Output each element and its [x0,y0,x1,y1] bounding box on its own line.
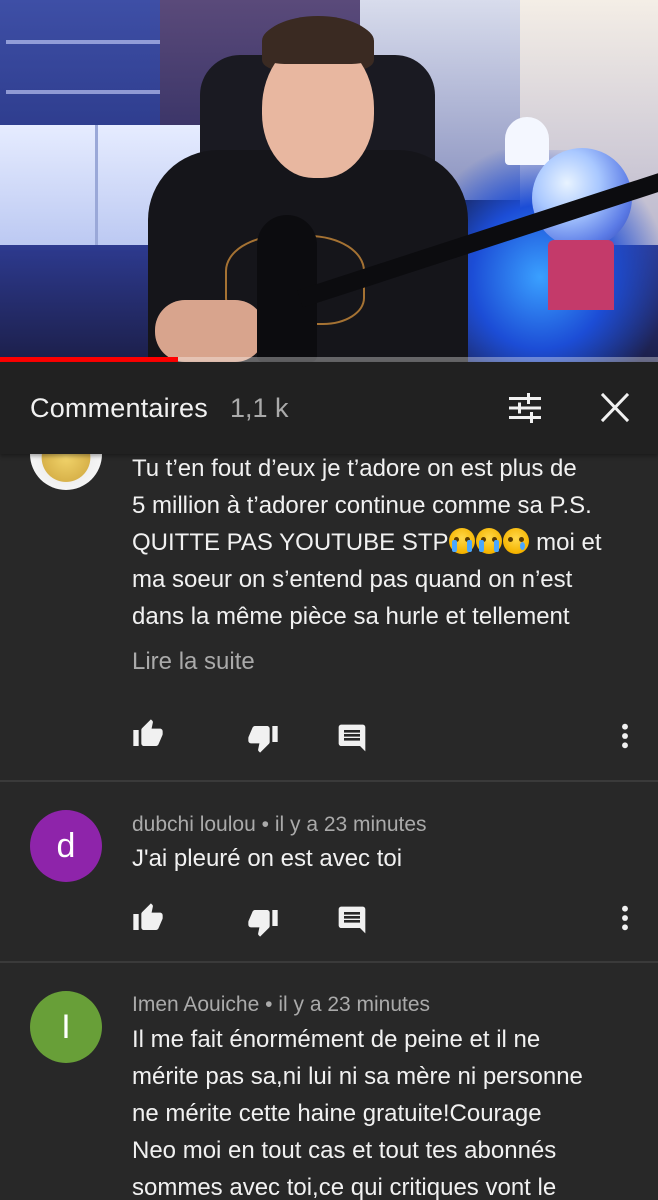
more-vertical-icon[interactable] [609,720,641,752]
video-player[interactable] [0,0,658,362]
comment-line: ne mérite cette haine gratuite!Courage [132,1100,542,1127]
comment-item: Tu t’en fout d’eux je t’adore on est plu… [0,454,658,780]
comment-meta: dubchi loulou • il y a 23 minutes [132,813,427,837]
gumball-machine-base [548,240,614,310]
comment-line: Neo moi en tout cas et tout tes abonnés [132,1137,557,1164]
comment-list[interactable]: Tu t’en fout d’eux je t’adore on est plu… [0,454,658,1200]
comments-count: 1,1 k [229,392,289,423]
read-more-link[interactable]: Lire la suite [132,648,255,676]
comment-text: Il me fait énormément de peine et il ne … [132,1021,632,1200]
comment-line: mérite pas sa,ni lui ni sa mère ni perso… [132,1063,583,1090]
comments-header: Commentaires 1,1 k [0,362,658,454]
thumb-down-icon[interactable] [247,722,279,754]
comment-author[interactable]: Imen Aouiche [132,993,259,1016]
comments-title: Commentaires [30,392,208,423]
meta-separator: • [261,813,269,836]
streamer-arm [155,300,265,362]
comment-line-prefix: QUITTE PAS YOUTUBE STP [132,529,449,556]
comment-line: 5 million à t’adorer continue comme sa P… [132,492,592,519]
comment-line: dans la même pièce sa hurle et tellement [132,603,570,630]
comment-line: Il me fait énormément de peine et il ne [132,1026,541,1053]
sort-filter-icon[interactable] [508,392,542,424]
more-vertical-icon[interactable] [609,902,641,934]
comment-item: I Imen Aouiche • il y a 23 minutes Il me… [0,963,658,1200]
comment-reply-icon[interactable] [336,904,368,936]
crying-emoji-icon [502,528,529,554]
comment-line: Tu t’en fout d’eux je t’adore on est plu… [132,455,577,482]
comment-line: sommes avec toi,ce qui critiques vont le [132,1174,557,1200]
comment-time: il y a 23 minutes [278,993,431,1016]
comment-text: Tu t’en fout d’eux je t’adore on est plu… [132,454,632,635]
avatar-letter: I [61,1007,71,1046]
comment-line-suffix: moi et [536,529,602,556]
thumb-down-icon[interactable] [247,906,279,938]
comment-item: d dubchi loulou • il y a 23 minutes J'ai… [0,782,658,960]
avatar-letter: d [56,826,76,865]
thumb-up-icon[interactable] [132,718,164,750]
comment-meta: Imen Aouiche • il y a 23 minutes [132,993,430,1017]
thumb-up-icon[interactable] [132,902,164,934]
comment-author[interactable]: dubchi loulou [132,813,256,836]
close-icon[interactable] [598,392,632,424]
avatar[interactable]: I [30,991,102,1063]
comment-text: J'ai pleuré on est avec toi [132,845,403,872]
sob-emoji-icon [475,528,502,554]
yellow-plush-avatar-icon[interactable] [30,454,102,490]
streamer-hair-top [262,18,374,64]
comment-time: il y a 23 minutes [274,813,427,836]
meta-separator: • [265,993,273,1016]
comment-line: QUITTE PAS YOUTUBE STP moi et [132,524,632,561]
comment-line: ma soeur on s’entend pas quand on n’est [132,566,573,593]
sob-emoji-icon [448,528,475,554]
comment-reply-icon[interactable] [336,722,368,754]
avatar[interactable]: d [30,810,102,882]
ghost-lamp [505,117,549,165]
